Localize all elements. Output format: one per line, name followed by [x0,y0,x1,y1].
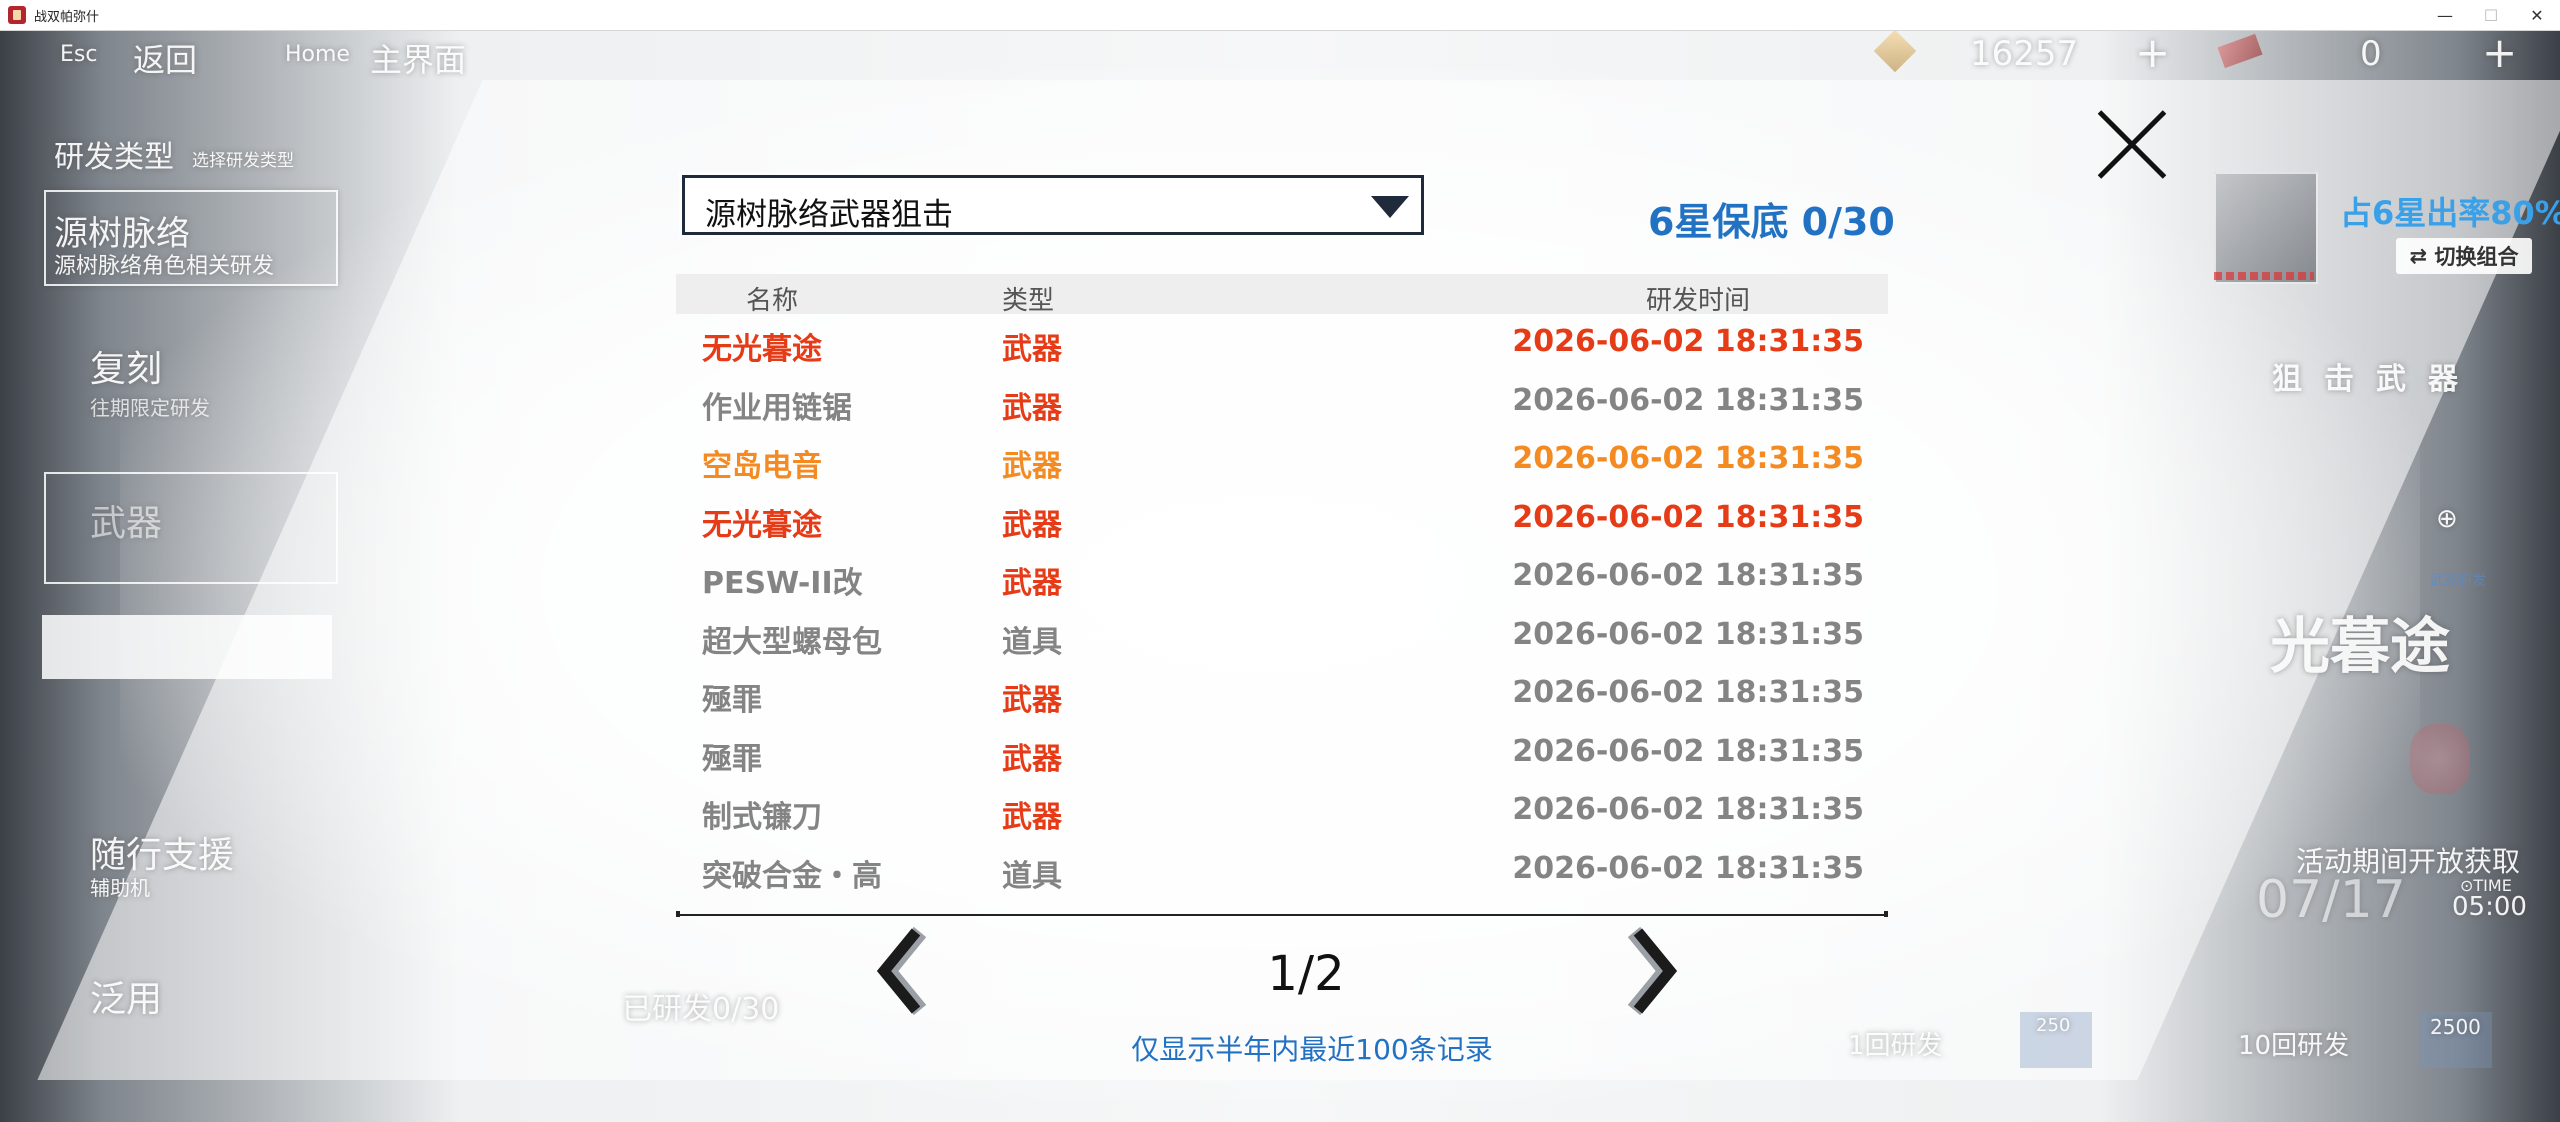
row-type: 武器 [1002,390,1062,426]
currency-secondary-amount: 0 [2360,34,2382,74]
history-rows: 无光暮途 武器 2026-06-02 18:31:35 作业用链锯 武器 202… [676,314,1888,899]
switch-combo-button[interactable]: ⇄ 切换组合 [2396,238,2532,274]
table-row: 无光暮途 武器 2026-06-02 18:31:35 [676,490,1888,549]
row-time: 2026-06-02 18:31:35 [1512,441,1864,476]
character-portrait [2410,724,2470,794]
row-name: 空岛电音 [702,449,822,484]
row-time: 2026-06-02 18:31:35 [1512,733,1864,769]
category-heading: 研发类型 [54,140,174,175]
row-type: 道具 [1002,624,1062,660]
home-key-hint: Home [285,42,350,67]
menu-item-rerun-sub: 往期限定研发 [90,396,210,420]
row-type: 武器 [1002,800,1062,835]
row-type: 武器 [1002,507,1062,543]
draw-history-panel: 源树脉络武器狙击 6星保底 0/30 名称 类型 研发时间 无光暮途 武器 20… [672,170,1895,1070]
row-time: 2026-06-02 18:31:35 [1512,382,1864,418]
row-name: 超大型螺母包 [702,624,882,660]
menu-item-general[interactable]: 泛用 [90,970,162,1022]
row-name: 制式镰刀 [702,800,822,835]
row-type: 道具 [1002,858,1062,894]
weapon-thumbnail[interactable] [2214,172,2318,284]
chevron-right-icon[interactable] [1622,926,1682,1016]
table-row: 殛罪 武器 2026-06-02 18:31:35 [676,724,1888,783]
add-currency-primary-button[interactable]: + [2135,28,2170,77]
row-type: 武器 [1002,566,1062,601]
esc-key-hint: Esc [60,42,98,67]
info-icon[interactable]: ⊕ [2436,504,2458,534]
window-title: 战双帕弥什 [34,9,100,25]
menu-item-support-sub: 辅助机 [90,876,150,900]
row-time: 2026-06-02 18:31:35 [1512,558,1864,593]
menu-item-support[interactable]: 随行支援 [90,826,234,878]
app-logo-icon [8,6,26,24]
end-date: 07/17 [2256,870,2406,930]
row-time: 2026-06-02 18:31:35 [1512,616,1864,652]
minimize-button[interactable]: — [2422,0,2468,30]
row-time: 2026-06-02 18:31:35 [1512,675,1864,710]
table-row: 空岛电音 武器 2026-06-02 18:31:35 [676,431,1888,490]
page-indicator: 1/2 [1267,946,1345,1002]
back-button[interactable]: 返回 [133,35,197,81]
row-time: 2026-06-02 18:31:35 [1512,324,1864,359]
menu-item-weapon[interactable]: 武器 [90,494,162,546]
window-close-button[interactable]: ✕ [2514,0,2560,30]
six-star-rate: 占6星出率80% [2340,194,2560,232]
row-name: 殛罪 [702,683,762,718]
row-name: PESW-II改 [702,566,863,601]
weapon-dev-tag: 武器研发 [2430,573,2486,589]
window-controls: — ☐ ✕ [2422,0,2560,30]
close-icon[interactable] [2092,104,2172,184]
row-type: 武器 [1002,449,1062,484]
snipe-weapon-label: 狙击武器 [2272,362,2480,397]
currency-primary-amount: 16257 [1970,34,2079,74]
row-name: 无光暮途 [702,507,822,543]
table-row: 无光暮途 武器 2026-06-02 18:31:35 [676,314,1888,373]
pool-select-value: 源树脉络武器狙击 [705,197,953,233]
row-name: 作业用链锯 [702,390,852,426]
maximize-button[interactable]: ☐ [2468,0,2514,30]
menu-selected-bar [42,615,332,679]
row-name: 殛罪 [702,741,762,777]
column-time: 研发时间 [1646,286,1751,316]
menu-item-weapon-frame [44,472,338,584]
draw-ten-button[interactable]: 10回研发 [2238,1025,2349,1062]
thumbnail-rarity-stripe [2214,272,2314,280]
menu-item-origin-tree-sub: 源树脉络角色相关研发 [54,254,275,279]
row-name: 无光暮途 [702,332,822,367]
menu-item-rerun[interactable]: 复刻 [90,340,162,392]
row-type: 武器 [1002,741,1062,777]
window-titlebar: 战双帕弥什 — ☐ ✕ [0,0,2560,31]
main-menu-button[interactable]: 主界面 [370,35,466,81]
row-name: 突破合金・高 [702,858,882,894]
pity-counter: 6星保底 0/30 [1648,200,1895,244]
cost-ten: 2500 [2430,1015,2481,1039]
row-time: 2026-06-02 18:31:35 [1512,499,1864,535]
table-row: 殛罪 武器 2026-06-02 18:31:35 [676,665,1888,724]
column-name: 名称 [746,286,799,316]
row-time: 2026-06-02 18:31:35 [1512,792,1864,827]
add-currency-secondary-button[interactable]: + [2482,28,2517,77]
record-limit-note: 仅显示半年内最近100条记录 [1131,1033,1493,1066]
row-type: 武器 [1002,332,1062,367]
table-row: 超大型螺母包 道具 2026-06-02 18:31:35 [676,607,1888,666]
featured-weapon-name: 光暮途 [2270,612,2450,682]
pool-select-dropdown[interactable]: 源树脉络武器狙击 [682,175,1424,235]
end-time: 05:00 [2452,892,2527,922]
row-time: 2026-06-02 18:31:35 [1512,850,1864,886]
caret-down-icon [1371,196,1409,218]
switch-combo-label: 切换组合 [2434,245,2519,269]
table-row: PESW-II改 武器 2026-06-02 18:31:35 [676,548,1888,607]
table-row: 突破合金・高 道具 2026-06-02 18:31:35 [676,841,1888,900]
swap-icon: ⇄ [2409,244,2435,268]
table-row: 制式镰刀 武器 2026-06-02 18:31:35 [676,782,1888,841]
column-type: 类型 [1002,286,1055,316]
table-row: 作业用链锯 武器 2026-06-02 18:31:35 [676,373,1888,432]
table-header: 名称 类型 研发时间 [676,274,1888,316]
cost-once: 250 [2036,1015,2071,1036]
table-bottom-divider [676,911,1888,917]
chevron-left-icon[interactable] [872,926,932,1016]
category-subheading: 选择研发类型 [192,151,294,171]
row-type: 武器 [1002,683,1062,718]
